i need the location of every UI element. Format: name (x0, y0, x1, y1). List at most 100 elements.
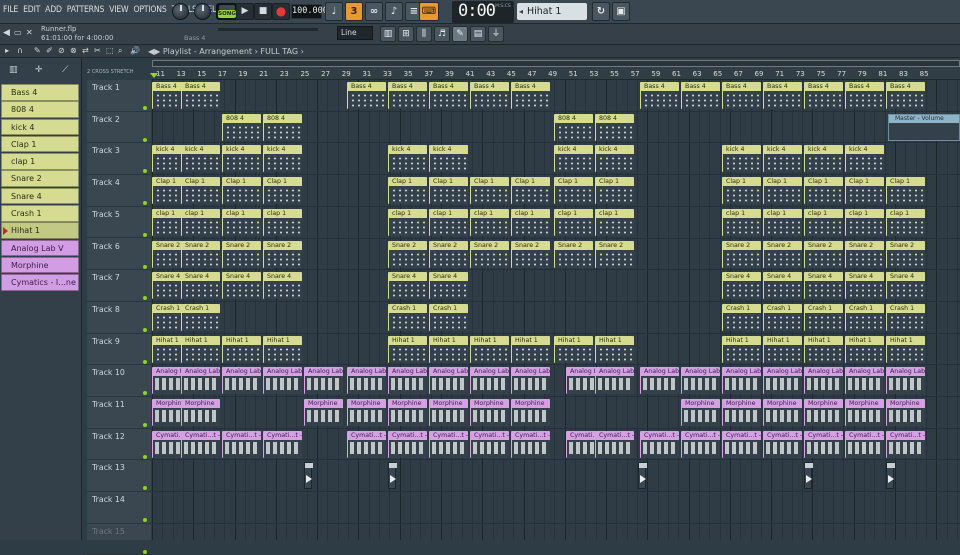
pattern-clip[interactable]: Analog Lab V (222, 367, 261, 395)
pattern-item[interactable]: Analog Lab V (1, 239, 79, 257)
pattern-clip[interactable]: Crash 1 (886, 303, 925, 331)
pattern-clip[interactable]: Clap 1 (722, 177, 761, 205)
pattern-item[interactable]: Cymatics - I...ne Shot - C (1, 274, 79, 291)
track-mute-led[interactable] (143, 391, 147, 396)
pattern-clip[interactable]: Hihat 1 (804, 335, 843, 363)
arrangement-name[interactable]: FULL TAG (260, 47, 298, 56)
pattern-clip[interactable]: Cymati...t - C (222, 430, 261, 458)
pattern-clip[interactable]: Hihat 1 (722, 335, 761, 363)
pattern-clip[interactable]: Crash 1 (429, 303, 468, 331)
track-header[interactable]: Track 14 (87, 492, 151, 524)
save-icon[interactable]: ▣ (612, 2, 630, 21)
pattern-clip[interactable]: clap 1 (845, 208, 884, 236)
menu-item-patterns[interactable]: PATTERNS (67, 5, 105, 15)
time-display[interactable]: 0:00 M:S:CS (452, 1, 514, 23)
track-header[interactable]: Track 1 (87, 80, 151, 112)
pattern-clip[interactable]: clap 1 (804, 208, 843, 236)
pattern-clip[interactable]: Hihat 1 (429, 335, 468, 363)
pattern-clip[interactable]: Cymati...t - C (763, 430, 802, 458)
pattern-clip[interactable]: Morphine (681, 399, 720, 426)
pattern-clip[interactable]: clap 1 (429, 208, 468, 236)
track-header[interactable]: Track 11 (87, 397, 151, 429)
pattern-clip[interactable]: 808 4 (222, 113, 261, 141)
pattern-clip[interactable]: Hihat 1 (845, 335, 884, 363)
pattern-clip[interactable]: Morphine (429, 399, 468, 426)
pattern-clip[interactable]: Morphine (886, 399, 925, 426)
pattern-clip[interactable]: Analog Lab V (886, 367, 925, 395)
track-header[interactable]: Track 3 (87, 143, 151, 176)
pattern-clip[interactable]: Morphine (304, 399, 343, 426)
pattern-clip[interactable]: Bass 4 (886, 82, 925, 109)
magnet-icon[interactable]: ∩ (17, 46, 23, 55)
pattern-clip[interactable]: Snare 2 (763, 240, 802, 268)
play-button[interactable]: ▶ (236, 3, 254, 20)
pattern-clip[interactable]: Clap 1 (263, 177, 302, 205)
pattern-clip[interactable]: clap 1 (263, 208, 302, 236)
menu-item-options[interactable]: OPTIONS (133, 5, 166, 15)
pattern-clip[interactable]: Analog Lab V (347, 367, 386, 395)
window-menu-icon[interactable]: ◀ (3, 28, 10, 38)
track-mute-led[interactable] (143, 201, 147, 206)
pattern-clip[interactable]: Analog Lab V (181, 367, 220, 395)
track-mute-led[interactable] (143, 454, 147, 459)
delete-tool-icon[interactable]: ⊘ (58, 46, 65, 55)
audio-tab-icon[interactable]: ✛ (35, 65, 43, 75)
pattern-clip[interactable]: clap 1 (388, 208, 427, 236)
pattern-clip[interactable]: clap 1 (763, 208, 802, 236)
master-pitch-slider[interactable] (218, 28, 318, 31)
zoom-tool-icon[interactable]: ⌕ (118, 46, 122, 56)
pattern-clip[interactable]: kick 4 (222, 145, 261, 173)
slip-tool-icon[interactable]: ⇄ (82, 46, 89, 55)
pattern-clip[interactable]: Bass 4 (845, 82, 884, 109)
pattern-clip[interactable]: Snare 4 (886, 272, 925, 300)
pattern-clip[interactable]: Snare 4 (763, 272, 802, 300)
track-header[interactable]: Track 5 (87, 207, 151, 239)
audio-clip[interactable] (304, 462, 313, 490)
automation-tab-icon[interactable]: ⟋ (62, 65, 68, 75)
close-icon[interactable]: ✕ (26, 28, 33, 37)
playhead-marker[interactable] (150, 73, 158, 78)
pattern-clip[interactable]: Cymati...t - C (181, 430, 220, 458)
pattern-clip[interactable]: Analog Lab V (388, 367, 427, 395)
pattern-clip[interactable]: kick 4 (845, 145, 884, 173)
pattern-clip[interactable]: Snare 4 (181, 272, 220, 300)
paint-tool-icon[interactable]: ✐ (46, 46, 53, 55)
pattern-clip[interactable]: Analog Lab V (470, 367, 509, 395)
pattern-clip[interactable]: Snare 2 (511, 240, 550, 268)
pattern-clip[interactable]: Bass 4 (388, 82, 427, 109)
pattern-clip[interactable]: Snare 4 (722, 272, 761, 300)
master-volume-knob[interactable] (172, 3, 189, 20)
pattern-clip[interactable]: Morphine (470, 399, 509, 426)
stop-button[interactable]: ■ (254, 3, 272, 20)
track-header[interactable]: Track 4 (87, 175, 151, 207)
track-mute-led[interactable] (143, 232, 147, 237)
pattern-clip[interactable]: Analog Lab V (763, 367, 802, 395)
pattern-clip[interactable]: Cymati...t - C (263, 430, 302, 458)
playback-tool-icon[interactable]: 🔊 (130, 46, 140, 55)
detach-icon[interactable]: ▭ (14, 28, 22, 37)
track-mute-led[interactable] (143, 549, 147, 554)
audio-clip[interactable] (886, 462, 895, 490)
track-header[interactable]: Track 6 (87, 239, 151, 271)
timeline-ruler[interactable]: 11 13 15 17 19 21 23 25 27 29 31 33 35 37 39 41 43 45 47 49… (152, 58, 960, 80)
pattern-item[interactable]: Snare 2 (1, 170, 79, 187)
pattern-clip[interactable]: Snare 2 (595, 240, 634, 268)
pattern-clip[interactable]: Analog Lab V (595, 367, 634, 395)
track-mute-led[interactable] (143, 106, 147, 110)
pattern-clip[interactable]: Cymati...t - C (681, 430, 720, 458)
audio-clip[interactable] (804, 462, 813, 490)
pattern-item[interactable]: Snare 4 (1, 187, 79, 205)
mute-tool-icon[interactable]: ⊗ (70, 46, 77, 55)
pattern-clip[interactable]: Bass 4 (640, 82, 679, 109)
pattern-clip[interactable]: Cymati...t - C (595, 430, 634, 458)
pattern-clip[interactable]: Hihat 1 (181, 335, 220, 363)
pattern-clip[interactable]: kick 4 (429, 145, 468, 173)
pattern-clip[interactable]: Crash 1 (804, 303, 843, 331)
automation-clip[interactable]: Master - Volume (888, 113, 960, 141)
pattern-clip[interactable]: Clap 1 (595, 177, 634, 205)
pattern-clip[interactable]: Snare 2 (263, 240, 302, 268)
pattern-clip[interactable]: kick 4 (388, 145, 427, 173)
patterns-tab-icon[interactable]: ▥ (9, 65, 18, 75)
pattern-clip[interactable]: Snare 2 (845, 240, 884, 268)
pattern-clip[interactable]: Morphine (845, 399, 884, 426)
